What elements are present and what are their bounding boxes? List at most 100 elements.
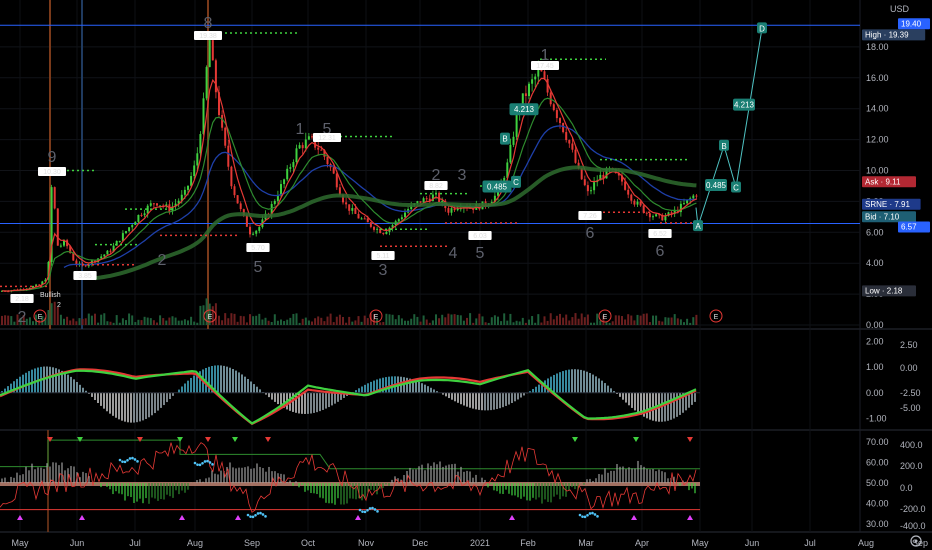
- peak-label: 10.30: [43, 169, 61, 176]
- time-axis-label: Mar: [578, 538, 594, 548]
- earnings-marker-label: E: [714, 314, 719, 321]
- candle-body: [683, 203, 685, 205]
- volume-bar: [320, 317, 323, 325]
- volume-bar: [546, 320, 549, 325]
- candle-body: [534, 76, 537, 80]
- osc-dot: [581, 515, 584, 518]
- volume-bar: [13, 321, 16, 325]
- candle-body: [109, 250, 112, 252]
- peak-label: 5.11: [376, 253, 389, 260]
- volume-bar: [552, 319, 555, 325]
- volume-bar: [487, 322, 490, 325]
- volume-bar: [621, 316, 623, 325]
- time-axis-label: 2021: [470, 538, 490, 548]
- volume-bar: [345, 322, 348, 325]
- volume-bar: [183, 319, 186, 325]
- candle-body: [53, 187, 56, 209]
- volume-bar: [528, 319, 530, 325]
- candle-body: [574, 149, 577, 163]
- candle-body: [103, 254, 106, 257]
- candle-body: [239, 203, 242, 210]
- volume-bar: [652, 315, 654, 325]
- candle-body: [134, 221, 137, 226]
- volume-bar: [586, 314, 589, 325]
- volume-bar: [506, 320, 509, 325]
- volume-bar: [521, 317, 524, 325]
- volume-bar: [134, 322, 137, 325]
- price-axis-label: 16.00: [866, 73, 889, 83]
- macd-axis-label-right: 2.50: [900, 340, 918, 350]
- candle-body: [286, 168, 289, 180]
- candle-body: [512, 136, 515, 145]
- candle-body: [692, 195, 695, 199]
- candle-body: [183, 189, 186, 195]
- candle-body: [376, 228, 379, 230]
- ask-badge-text: Ask · 9.11: [865, 177, 901, 186]
- volume-bar: [261, 319, 264, 325]
- osc-dot: [256, 512, 260, 515]
- time-axis-label: May: [11, 538, 29, 548]
- time-axis-label: May: [691, 538, 709, 548]
- wave-label: 6: [586, 225, 595, 242]
- wave-label: 5: [254, 259, 263, 276]
- history-label: C: [513, 178, 519, 187]
- volume-bar: [695, 314, 698, 325]
- volume-bar: [664, 317, 667, 325]
- candle-body: [354, 208, 357, 214]
- candle-body: [295, 148, 298, 163]
- projection-point-label: C: [733, 183, 739, 192]
- volume-bar: [490, 317, 493, 325]
- volume-bar: [112, 322, 115, 325]
- osc-dot: [128, 457, 132, 460]
- candle-body: [245, 215, 248, 227]
- candle-body: [118, 240, 121, 242]
- peak-label: 7.26: [583, 213, 597, 220]
- volume-bar: [233, 313, 236, 325]
- volume-bar: [391, 314, 394, 325]
- volume-bar: [565, 314, 568, 325]
- wave-label: 2: [18, 309, 27, 326]
- volume-bar: [692, 317, 695, 325]
- osc-dot: [193, 461, 197, 465]
- volume-bar: [382, 321, 385, 325]
- macd-axis-label-right: -5.00: [900, 403, 921, 413]
- stock-chart[interactable]: 981 5234 512 35662 2.1810.303.8519.385.7012…: [0, 0, 932, 550]
- candle-body: [400, 217, 403, 220]
- volume-bar: [283, 321, 286, 325]
- volume-bar: [159, 315, 162, 325]
- volume-bar: [543, 316, 546, 325]
- osc-dot: [198, 463, 202, 467]
- osc-dot: [578, 513, 582, 517]
- candle-body: [298, 145, 301, 149]
- candle-body: [100, 256, 103, 259]
- price-axis-label: 14.00: [866, 104, 889, 114]
- volume-bar: [162, 318, 165, 325]
- volume-bar: [611, 321, 614, 325]
- candle-body: [56, 208, 59, 246]
- price-axis-label: 12.00: [866, 135, 889, 145]
- candle-body: [655, 214, 658, 217]
- wave-label: 3: [379, 262, 388, 279]
- osc-dot: [211, 463, 214, 466]
- osc-dot: [126, 458, 129, 462]
- osc-dot: [121, 460, 124, 463]
- candle-body: [128, 227, 131, 232]
- volume-bar: [689, 322, 692, 325]
- volume-bar: [596, 313, 599, 325]
- osc-dot: [376, 510, 379, 513]
- candle-body: [152, 203, 155, 205]
- candle-body: [249, 226, 251, 235]
- peak-label: 8.82: [429, 183, 443, 190]
- volume-bar: [221, 320, 224, 325]
- volume-bar: [270, 321, 273, 325]
- volume-bar: [156, 322, 158, 325]
- candle-body: [531, 79, 534, 84]
- volume-bar: [115, 315, 118, 325]
- high-line-badge-text: 19.40: [901, 19, 922, 28]
- volume-bar: [571, 317, 574, 325]
- volume-bar: [549, 313, 552, 325]
- candle-body: [121, 233, 124, 241]
- volume-bar: [679, 319, 682, 325]
- volume-bar: [286, 319, 289, 325]
- candle-body: [450, 208, 453, 213]
